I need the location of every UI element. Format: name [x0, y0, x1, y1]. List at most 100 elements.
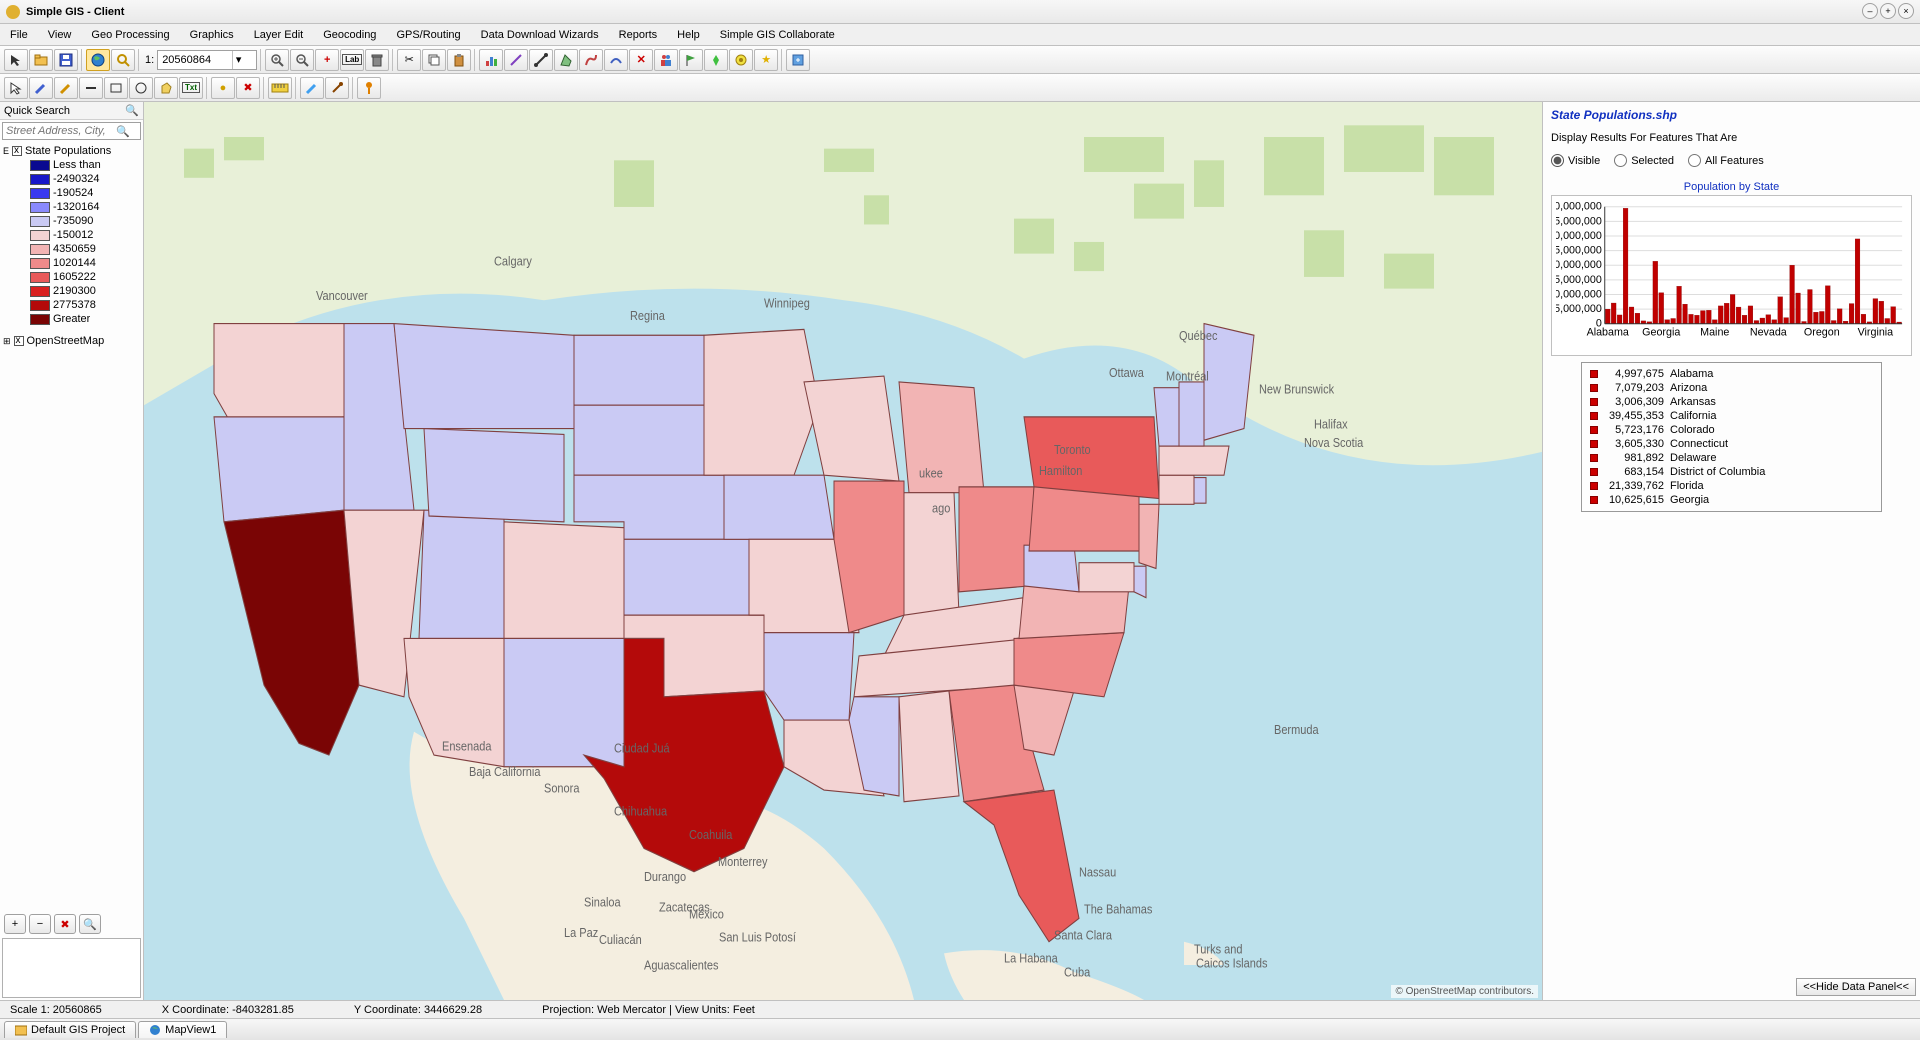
cross-select-icon[interactable]: ✕	[629, 49, 653, 71]
close-button[interactable]: ×	[1898, 3, 1914, 19]
menu-help[interactable]: Help	[667, 26, 710, 44]
globe-tool-icon[interactable]	[86, 49, 110, 71]
menu-geocoding[interactable]: Geocoding	[313, 26, 386, 44]
zoom-in-icon[interactable]	[265, 49, 289, 71]
select-tool-icon[interactable]	[4, 77, 28, 99]
menu-data-download-wizards[interactable]: Data Download Wizards	[471, 26, 609, 44]
state-IA[interactable]	[724, 475, 834, 539]
star-icon[interactable]: ★	[754, 49, 778, 71]
remove-layer-button[interactable]: −	[29, 914, 51, 934]
circle-draw-icon[interactable]	[129, 77, 153, 99]
polygon-draw-icon[interactable]	[154, 77, 178, 99]
legend-item[interactable]: 1020144	[2, 256, 141, 270]
legend-item[interactable]: -2490324	[2, 172, 141, 186]
layer-name[interactable]: State Populations	[25, 145, 111, 157]
marker-green-icon[interactable]	[704, 49, 728, 71]
highlight-tool-icon[interactable]	[300, 77, 324, 99]
state-OR[interactable]	[214, 417, 344, 522]
legend-item[interactable]: Greater	[2, 312, 141, 326]
state-KS[interactable]	[624, 539, 749, 615]
menu-geo-processing[interactable]: Geo Processing	[81, 26, 179, 44]
eyedropper-icon[interactable]	[325, 77, 349, 99]
pin-tool-icon[interactable]	[357, 77, 381, 99]
base-layer-name[interactable]: OpenStreetMap	[27, 335, 105, 347]
scale-value[interactable]	[162, 54, 232, 66]
menu-gps/routing[interactable]: GPS/Routing	[386, 26, 470, 44]
state-NY[interactable]	[1024, 417, 1159, 499]
state-VA[interactable]	[1019, 586, 1129, 638]
pointer-tool-icon[interactable]	[4, 49, 28, 71]
menu-graphics[interactable]: Graphics	[180, 26, 244, 44]
zoom-area-icon[interactable]	[111, 49, 135, 71]
state-AL[interactable]	[899, 691, 959, 802]
legend-item[interactable]: 1605222	[2, 270, 141, 284]
state-NM[interactable]	[504, 638, 624, 766]
delete-icon[interactable]	[365, 49, 389, 71]
tab-project[interactable]: Default GIS Project	[4, 1021, 136, 1038]
map-view[interactable]: CalgaryReginaWinnipegVancouverOttawaMont…	[144, 102, 1542, 1000]
layer-toggle-icon[interactable]: E	[3, 146, 9, 156]
map-canvas[interactable]: CalgaryReginaWinnipegVancouverOttawaMont…	[144, 102, 1542, 1000]
radio-visible[interactable]: Visible	[1551, 154, 1600, 167]
route-icon[interactable]	[579, 49, 603, 71]
state-OH[interactable]	[959, 487, 1034, 592]
state-MD[interactable]	[1079, 563, 1134, 592]
state-CT[interactable]	[1159, 475, 1194, 504]
people-icon[interactable]	[654, 49, 678, 71]
edit-tool-icon[interactable]	[29, 77, 53, 99]
legend-item[interactable]: -150012	[2, 228, 141, 242]
state-MA[interactable]	[1159, 446, 1229, 475]
legend-item[interactable]: Less than	[2, 158, 141, 172]
state-SD[interactable]	[574, 405, 704, 475]
state-NJ[interactable]	[1139, 504, 1159, 568]
menu-layer-edit[interactable]: Layer Edit	[244, 26, 314, 44]
radio-all-features[interactable]: All Features	[1688, 154, 1764, 167]
maximize-button[interactable]: +	[1880, 3, 1896, 19]
state-WA[interactable]	[214, 324, 344, 429]
search-go-icon[interactable]: 🔍	[113, 125, 133, 138]
save-icon[interactable]	[54, 49, 78, 71]
line-draw-icon[interactable]	[79, 77, 103, 99]
menu-simple-gis-collaborate[interactable]: Simple GIS Collaborate	[710, 26, 845, 44]
rect-draw-icon[interactable]	[104, 77, 128, 99]
minimize-button[interactable]: –	[1862, 3, 1878, 19]
legend-item[interactable]: 2775378	[2, 298, 141, 312]
scale-dropdown-icon[interactable]: ▾	[232, 51, 244, 69]
menu-reports[interactable]: Reports	[609, 26, 668, 44]
delete-red-icon[interactable]: ✖	[236, 77, 260, 99]
state-UT[interactable]	[419, 510, 504, 638]
clear-layer-button[interactable]: ✖	[54, 914, 76, 934]
search-icon[interactable]: 🔍	[125, 104, 139, 117]
state-ND[interactable]	[574, 335, 704, 405]
crosshair-add-icon[interactable]: +	[315, 49, 339, 71]
scale-input[interactable]: ▾	[157, 50, 257, 70]
quick-search-input[interactable]	[3, 123, 113, 139]
curve-icon[interactable]	[604, 49, 628, 71]
state-DE[interactable]	[1134, 566, 1146, 597]
legend-item[interactable]: 4350659	[2, 242, 141, 256]
layer-tree[interactable]: ExState PopulationsLess than-2490324-190…	[0, 142, 143, 1000]
legend-item[interactable]: -735090	[2, 214, 141, 228]
state-MN[interactable]	[704, 329, 819, 475]
hide-data-panel-button[interactable]: <<Hide Data Panel<<	[1796, 978, 1916, 996]
state-NC[interactable]	[1014, 633, 1124, 697]
add-layer-button[interactable]: +	[4, 914, 26, 934]
legend-item[interactable]: 2190300	[2, 284, 141, 298]
state-WY[interactable]	[424, 429, 564, 522]
menu-view[interactable]: View	[38, 26, 82, 44]
state-PA[interactable]	[1029, 487, 1139, 551]
population-chart[interactable]: 05,000,00010,000,00015,000,00020,000,000…	[1556, 200, 1907, 350]
flag-icon[interactable]	[679, 49, 703, 71]
legend-item[interactable]: -190524	[2, 186, 141, 200]
text-tool-icon[interactable]: Txt	[179, 77, 203, 99]
overview-map[interactable]	[2, 938, 141, 998]
tab-mapview[interactable]: MapView1	[138, 1021, 227, 1038]
layer-toggle-icon[interactable]: ⊞	[3, 336, 11, 347]
label-tool-icon[interactable]: Lab	[340, 49, 364, 71]
state-RI[interactable]	[1194, 478, 1206, 504]
legend-item[interactable]: -1320164	[2, 200, 141, 214]
measure-icon[interactable]	[529, 49, 553, 71]
state-MT[interactable]	[394, 324, 574, 429]
radio-selected[interactable]: Selected	[1614, 154, 1674, 167]
zoom-out-icon[interactable]	[290, 49, 314, 71]
